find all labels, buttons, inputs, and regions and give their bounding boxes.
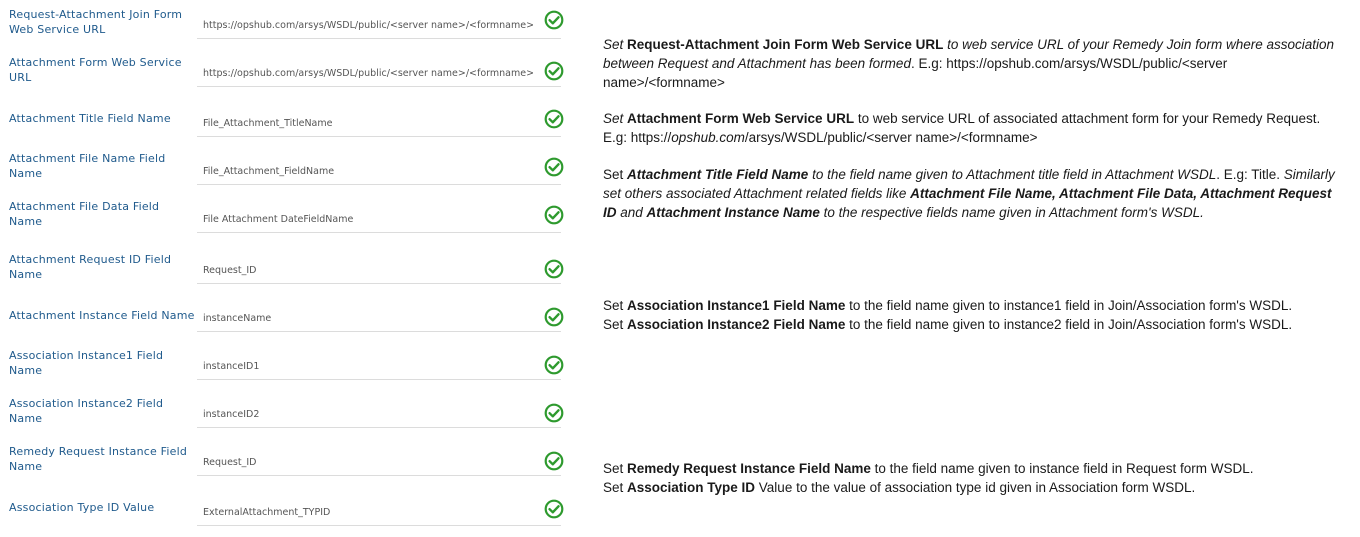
attachment-request-id-field[interactable] <box>197 245 561 284</box>
attachment-file-name-field[interactable] <box>197 146 561 185</box>
note-attachment-form-url: Set Attachment Form Web Service URL to w… <box>603 111 1321 145</box>
connection-form: Request-Attachment Join Form Web Service… <box>0 0 580 537</box>
form-row: Association Instance1 Field Name <box>0 339 580 387</box>
attachment-instance-field[interactable] <box>197 293 561 332</box>
note-join-form-url: Set Request-Attachment Join Form Web Ser… <box>603 37 1334 90</box>
field-label: Association Instance1 Field Name <box>9 349 164 377</box>
attachment-file-name-input[interactable] <box>197 161 539 181</box>
form-row: Remedy Request Instance Field Name <box>0 435 580 483</box>
check-circle-icon <box>544 403 564 423</box>
field-label: Association Instance2 Field Name <box>9 397 164 425</box>
field-label: Attachment Instance Field Name <box>9 308 195 322</box>
attachment-request-id-input[interactable] <box>197 260 539 280</box>
field-label: Attachment Title Field Name <box>9 111 171 125</box>
form-row: Attachment File Data Field Name <box>0 190 580 238</box>
attachment-title-field[interactable] <box>197 98 561 137</box>
attachment-file-data-input[interactable] <box>197 209 539 229</box>
form-row: Association Instance2 Field Name <box>0 387 580 435</box>
check-circle-icon <box>544 205 564 225</box>
association-instance1-input[interactable] <box>197 356 539 376</box>
remedy-request-instance-input[interactable] <box>197 452 539 472</box>
note-request-instance-and-type: Set Remedy Request Instance Field Name t… <box>603 461 1254 495</box>
attachment-title-input[interactable] <box>197 113 539 133</box>
form-row: Attachment Title Field Name <box>0 94 580 142</box>
field-label: Association Type ID Value <box>9 500 155 514</box>
association-instance2-input[interactable] <box>197 404 539 424</box>
association-type-id-input[interactable] <box>197 502 539 522</box>
field-label: Remedy Request Instance Field Name <box>9 445 188 473</box>
form-row: Attachment File Name Field Name <box>0 142 580 190</box>
field-label: Request-Attachment Join Form Web Service… <box>9 8 183 36</box>
field-label: Attachment File Name Field Name <box>9 152 166 180</box>
association-instance1-field[interactable] <box>197 341 561 380</box>
check-circle-icon <box>544 259 564 279</box>
field-label: Attachment Request ID Field Name <box>9 253 172 281</box>
attachment-file-data-field[interactable] <box>197 194 561 233</box>
remedy-request-instance-field[interactable] <box>197 437 561 476</box>
join-form-url-field[interactable] <box>197 0 561 39</box>
form-row: Attachment Form Web Service URL <box>0 46 580 94</box>
check-circle-icon <box>544 10 564 30</box>
association-type-id-field[interactable] <box>197 487 561 526</box>
field-label: Attachment File Data Field Name <box>9 200 160 228</box>
check-circle-icon <box>544 451 564 471</box>
association-instance2-field[interactable] <box>197 389 561 428</box>
form-row: Attachment Request ID Field Name <box>0 243 580 291</box>
check-circle-icon <box>544 499 564 519</box>
check-circle-icon <box>544 109 564 129</box>
attachment-form-url-field[interactable] <box>197 48 561 87</box>
instructions-panel: Set Request-Attachment Join Form Web Ser… <box>603 0 1353 537</box>
form-row: Request-Attachment Join Form Web Service… <box>0 0 580 46</box>
check-circle-icon <box>544 307 564 327</box>
note-association-instances: Set Association Instance1 Field Name to … <box>603 298 1293 332</box>
form-row: Attachment Instance Field Name <box>0 291 580 339</box>
field-label: Attachment Form Web Service URL <box>9 56 182 84</box>
note-attachment-title: Set Attachment Title Field Name to the f… <box>603 167 1335 220</box>
attachment-form-url-input[interactable] <box>197 63 539 83</box>
check-circle-icon <box>544 355 564 375</box>
check-circle-icon <box>544 157 564 177</box>
check-circle-icon <box>544 61 564 81</box>
attachment-instance-input[interactable] <box>197 308 539 328</box>
join-form-url-input[interactable] <box>197 15 539 35</box>
form-row: Association Type ID Value <box>0 483 580 531</box>
